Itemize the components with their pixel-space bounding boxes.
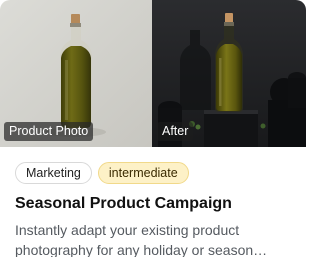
card-description: Instantly adapt your existing product ph… [15, 222, 268, 257]
template-card[interactable]: Product Photo After Marketing intermedia… [0, 0, 306, 257]
before-image: Product Photo [0, 0, 152, 147]
before-after-preview: Product Photo After [0, 0, 306, 147]
after-image: After [152, 0, 306, 147]
category-badge[interactable]: Marketing [15, 162, 92, 184]
card-title[interactable]: Seasonal Product Campaign [15, 195, 232, 213]
before-label: Product Photo [4, 122, 94, 141]
after-label: After [157, 122, 194, 141]
tag-list: Marketing intermediate [15, 162, 189, 184]
difficulty-badge[interactable]: intermediate [97, 162, 189, 184]
